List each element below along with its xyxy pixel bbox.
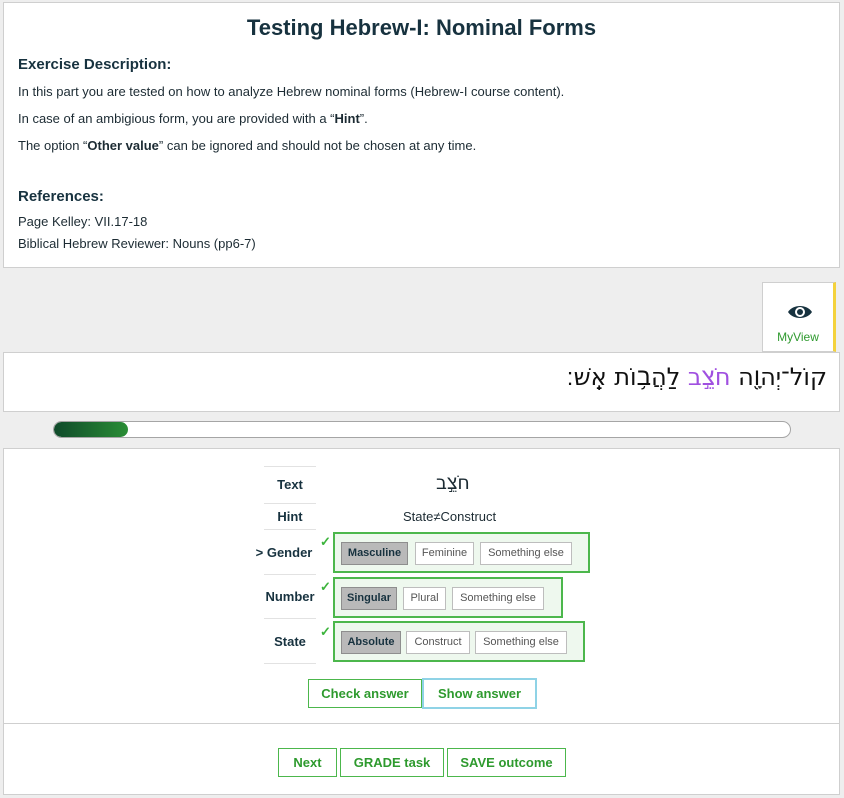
myview-label: MyView: [777, 330, 819, 344]
state-label: State: [274, 634, 306, 649]
gender-option-masculine[interactable]: Masculine: [341, 542, 408, 565]
text-label: Text: [277, 477, 303, 492]
number-options: Singular Plural Something else: [333, 577, 563, 618]
gender-options: Masculine Feminine Something else: [333, 532, 590, 573]
verse-panel: קוֹל־יְהוָ֖ה חֹצֵ֣ב לַהֲב֥וֹת אֵֽשׁ׃: [3, 352, 840, 412]
number-option-singular[interactable]: Singular: [341, 587, 397, 610]
verse-highlight-word[interactable]: חֹצֵ֣ב: [688, 363, 731, 391]
number-label: Number: [265, 589, 315, 604]
exercise-description-panel: Testing Hebrew-I: Nominal Forms Exercise…: [3, 2, 840, 268]
text-value: חֹצֵ֣ב: [436, 472, 470, 494]
show-answer-button[interactable]: Show answer: [422, 678, 537, 709]
gender-option-something-else[interactable]: Something else: [480, 542, 572, 565]
state-option-construct[interactable]: Construct: [406, 631, 470, 654]
number-option-something-else[interactable]: Something else: [452, 587, 544, 610]
references-heading: References:: [18, 188, 104, 205]
gender-option-feminine[interactable]: Feminine: [415, 542, 474, 565]
verse-after: לַהֲב֥וֹת אֵֽשׁ׃: [566, 363, 688, 391]
description-line-2: In case of an ambigious form, you are pr…: [18, 111, 368, 126]
state-options: Absolute Construct Something else: [333, 621, 585, 662]
myview-button[interactable]: MyView: [762, 282, 836, 352]
save-outcome-button[interactable]: SAVE outcome: [447, 748, 566, 777]
description-heading: Exercise Description:: [18, 56, 172, 73]
progress-bar: [53, 421, 791, 438]
hint-value: State≠Construct: [403, 509, 497, 524]
verse-text: קוֹל־יְהוָ֖ה חֹצֵ֣ב לַהֲב֥וֹת אֵֽשׁ׃: [567, 363, 827, 392]
number-check-icon: ✓: [320, 579, 331, 594]
gender-label: > Gender: [255, 545, 313, 560]
number-option-plural[interactable]: Plural: [403, 587, 446, 610]
description-line-1: In this part you are tested on how to an…: [18, 84, 565, 99]
reference-2: Biblical Hebrew Reviewer: Nouns (pp6-7): [18, 236, 256, 251]
check-answer-button[interactable]: Check answer: [308, 679, 422, 708]
grade-task-button[interactable]: GRADE task: [340, 748, 444, 777]
state-check-icon: ✓: [320, 624, 331, 639]
next-button[interactable]: Next: [278, 748, 337, 777]
verse-before: קוֹל־יְהוָ֖ה: [730, 363, 827, 391]
hint-label: Hint: [277, 509, 303, 524]
gender-check-icon: ✓: [320, 534, 331, 549]
page-title: Testing Hebrew-I: Nominal Forms: [246, 15, 597, 40]
reference-1: Page Kelley: VII.17-18: [18, 214, 148, 229]
progress-fill: [54, 422, 128, 437]
eye-icon: [787, 303, 813, 326]
state-option-absolute[interactable]: Absolute: [341, 631, 401, 654]
state-option-something-else[interactable]: Something else: [475, 631, 567, 654]
description-line-3: The option “Other value” can be ignored …: [18, 138, 477, 153]
